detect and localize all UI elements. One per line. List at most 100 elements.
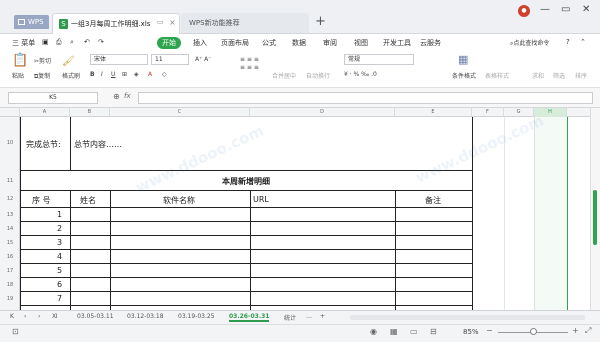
horizontal-scrollbar[interactable]	[350, 315, 585, 320]
menu-data[interactable]: 数据	[292, 38, 306, 48]
fx-icon[interactable]: fx	[124, 92, 131, 100]
zoom-in-icon[interactable]: +	[572, 326, 579, 335]
tab-recommend[interactable]: WPS新功能推荐	[181, 13, 309, 33]
help-icon[interactable]: ?	[566, 38, 570, 46]
paste-button[interactable]: 粘贴	[12, 71, 24, 80]
tab-close-icon[interactable]: ×	[169, 18, 176, 27]
close-icon[interactable]: ✕	[582, 4, 590, 15]
column-header[interactable]: A	[20, 108, 70, 117]
tab-wps[interactable]: WPS	[14, 15, 49, 29]
merge-button[interactable]: 合并居中	[272, 71, 296, 80]
select-all-corner[interactable]	[0, 108, 20, 117]
fill-icon[interactable]: ◈	[134, 71, 139, 78]
print-icon[interactable]: ⎙	[56, 38, 62, 47]
page-layout-icon[interactable]: ▭	[410, 327, 418, 336]
seq-cell[interactable]: 7	[57, 294, 62, 303]
seq-cell[interactable]: 5	[57, 266, 62, 275]
seq-cell[interactable]: 1	[57, 210, 62, 219]
cell-reference-box[interactable]: K5	[8, 92, 98, 104]
clear-icon[interactable]: ◇	[162, 71, 167, 78]
row-header[interactable]: 12	[0, 196, 20, 202]
row-header[interactable]: 14	[0, 226, 20, 232]
eye-icon[interactable]: ◉	[370, 327, 377, 336]
border-icon[interactable]: ⊞	[122, 71, 127, 78]
macro-icon[interactable]: ⊡	[12, 327, 19, 336]
sheet-tab[interactable]: 03.05-03.11	[77, 313, 114, 320]
menu-main[interactable]: 三 菜单	[12, 38, 35, 48]
page-break-icon[interactable]: ⊟	[430, 327, 437, 336]
row-header[interactable]: 16	[0, 254, 20, 260]
wrap-text-button[interactable]: 自动换行	[306, 71, 330, 80]
row-header[interactable]: 10	[0, 140, 20, 146]
number-format-select[interactable]: 常规	[344, 54, 414, 65]
align-left-icon[interactable]: ≡ ≡ ≡	[240, 64, 259, 71]
command-search[interactable]: ⌕点此查找命令	[510, 38, 549, 48]
format-painter-icon[interactable]: 🖌	[62, 56, 75, 67]
underline-icon[interactable]: U	[111, 71, 115, 78]
tab-monitor-icon[interactable]: ▭	[157, 18, 164, 26]
conditional-format-button[interactable]: 条件格式	[452, 71, 476, 80]
copy-button[interactable]: ⧉复制	[34, 71, 50, 81]
formula-input[interactable]	[138, 92, 593, 104]
prev-sheet-icon[interactable]: ‹	[24, 313, 26, 320]
menu-cloud[interactable]: 云服务	[420, 38, 441, 48]
normal-view-icon[interactable]: ▦	[390, 327, 398, 336]
italic-icon[interactable]: I	[101, 71, 103, 78]
sheet-tab[interactable]: 统计	[284, 313, 296, 322]
table-style-button[interactable]: 表格样式	[485, 71, 509, 80]
font-grow-icon[interactable]: A⁺ A⁻	[195, 56, 211, 63]
last-sheet-icon[interactable]: Ⅺ	[52, 313, 58, 320]
menu-start[interactable]: 开始	[157, 37, 181, 49]
row-header[interactable]: 13	[0, 212, 20, 218]
percent-icon[interactable]: ¥ · % ‰ .0	[344, 71, 377, 78]
seq-cell[interactable]: 2	[57, 224, 62, 233]
add-sheet-icon[interactable]: +	[320, 313, 325, 320]
cut-button[interactable]: ✂剪切	[34, 56, 51, 65]
scrollbar-thumb[interactable]	[593, 190, 597, 245]
redo-icon[interactable]: ↷	[98, 38, 104, 46]
next-sheet-icon[interactable]: ›	[38, 313, 40, 320]
menu-view[interactable]: 视图	[354, 38, 368, 48]
zoom-out-icon[interactable]: −	[486, 326, 493, 335]
avatar[interactable]: ●	[518, 5, 530, 17]
align-top-icon[interactable]: ≡ ≡ ≡	[240, 56, 259, 63]
menu-review[interactable]: 审阅	[323, 38, 337, 48]
seq-cell[interactable]: 4	[57, 252, 62, 261]
undo-icon[interactable]: ↶	[84, 38, 90, 46]
first-sheet-icon[interactable]: K	[10, 313, 14, 320]
save-icon[interactable]: ▣	[42, 38, 49, 46]
sum-button[interactable]: 求和	[532, 71, 544, 80]
menu-developer[interactable]: 开发工具	[383, 38, 411, 48]
font-size-select[interactable]: 11	[151, 54, 189, 65]
font-name-select[interactable]: 宋体	[90, 54, 148, 65]
row-header[interactable]: 17	[0, 268, 20, 274]
sheet-tab-active[interactable]: 03.26-03.31	[229, 313, 270, 322]
column-header[interactable]: D	[250, 108, 395, 117]
sheet-tab[interactable]: 03.12-03.18	[127, 313, 164, 320]
row-header[interactable]: 18	[0, 282, 20, 288]
fullscreen-icon[interactable]: ⤢	[585, 326, 591, 336]
column-header[interactable]: F	[472, 108, 504, 117]
menu-formula[interactable]: 公式	[262, 38, 276, 48]
column-header[interactable]: C	[110, 108, 250, 117]
row-header[interactable]: 19	[0, 296, 20, 302]
column-header[interactable]: B	[70, 108, 110, 117]
maximize-icon[interactable]: ▭	[561, 4, 570, 15]
row-header[interactable]: 15	[0, 240, 20, 246]
minimize-icon[interactable]: —	[540, 4, 550, 15]
column-header[interactable]: E	[395, 108, 472, 117]
filter-button[interactable]: 筛选	[553, 71, 565, 80]
bold-icon[interactable]: B	[90, 71, 95, 78]
row-header[interactable]: 11	[0, 178, 20, 184]
menu-insert[interactable]: 插入	[193, 38, 207, 48]
zoom-search-icon[interactable]: ⊕	[113, 92, 120, 101]
new-tab-button[interactable]: +	[315, 14, 326, 29]
zoom-slider-thumb[interactable]	[530, 328, 537, 335]
seq-cell[interactable]: 3	[57, 238, 62, 247]
preview-icon[interactable]: ⌕	[70, 38, 74, 47]
more-sheets-icon[interactable]: …	[306, 313, 312, 320]
font-color-icon[interactable]: A	[148, 71, 152, 78]
seq-cell[interactable]: 6	[57, 280, 62, 289]
paste-icon[interactable]: 📋	[12, 53, 28, 68]
collapse-ribbon-icon[interactable]: ⌃	[580, 38, 586, 46]
